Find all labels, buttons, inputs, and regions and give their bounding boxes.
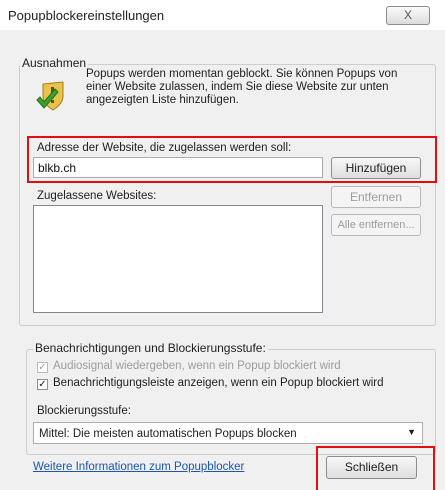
exceptions-info-text: Popups werden momentan geblockt. Sie kön… — [86, 68, 398, 106]
highlight-close-box — [316, 446, 435, 490]
more-info-link[interactable]: Weitere Informationen zum Popupblocker — [33, 461, 244, 473]
remove-button[interactable]: Entfernen — [331, 186, 421, 208]
sound-checkbox[interactable]: ✓ — [37, 362, 48, 373]
allowed-sites-label: Zugelassene Websites: — [37, 190, 157, 202]
exceptions-legend: Ausnahmen — [20, 56, 89, 70]
window-title: Popupblockereinstellungen — [8, 8, 165, 23]
chevron-down-icon: ▼ — [407, 427, 416, 437]
remove-all-button-label: Alle entfernen... — [337, 219, 415, 231]
block-level-label: Blockierungsstufe: — [37, 405, 131, 417]
notification-bar-option-label: Benachrichtigungsleiste anzeigen, wenn e… — [53, 377, 384, 389]
highlight-address-box — [27, 136, 437, 183]
sound-option-label: Audiosignal wiedergeben, wenn ein Popup … — [53, 360, 341, 372]
remove-button-label: Entfernen — [349, 190, 403, 204]
remove-all-button[interactable]: Alle entfernen... — [331, 214, 421, 236]
notifications-legend: Benachrichtigungen und Blockierungsstufe… — [33, 341, 268, 355]
notification-bar-checkbox[interactable]: ✓ — [37, 379, 48, 390]
window-close-button[interactable]: X — [386, 6, 430, 25]
block-level-value: Mittel: Die meisten automatischen Popups… — [39, 428, 297, 440]
block-level-select[interactable]: Mittel: Die meisten automatischen Popups… — [33, 422, 423, 444]
shield-warning-icon — [34, 78, 72, 114]
allowed-sites-list[interactable] — [33, 205, 323, 313]
close-icon: X — [403, 8, 412, 22]
